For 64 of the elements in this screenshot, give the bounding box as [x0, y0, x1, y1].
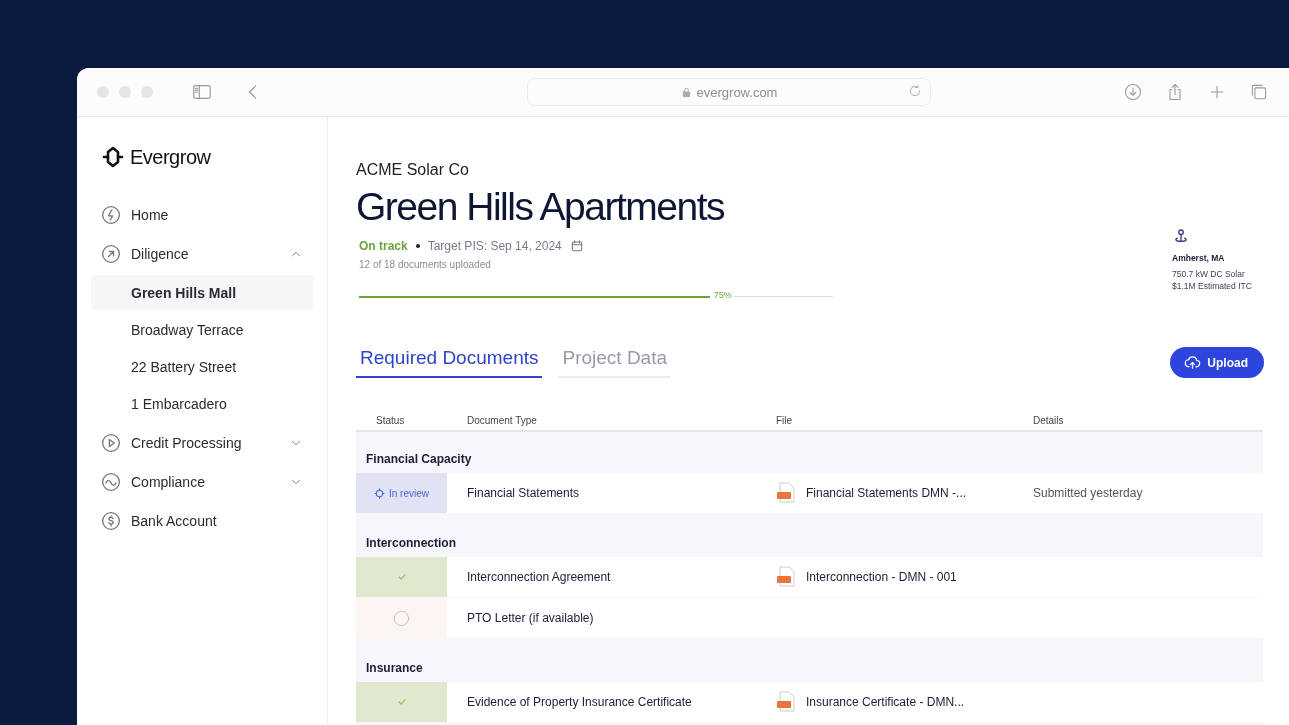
logo-icon [101, 145, 125, 169]
details-text: Submitted yesterday [1033, 486, 1143, 500]
status-badge: In review [356, 473, 447, 513]
window-control[interactable] [119, 86, 131, 98]
column-header: Status [375, 414, 406, 426]
lightning-icon [101, 204, 121, 225]
lock-icon [680, 86, 692, 98]
empty-circle-icon [392, 608, 411, 628]
nav-item[interactable]: Compliance [91, 462, 313, 501]
upload-button[interactable]: Upload [1170, 347, 1264, 378]
nav-subitem[interactable]: Green Hills Mall [91, 275, 313, 310]
window-control[interactable] [141, 86, 153, 98]
nav-item[interactable]: Credit Processing [91, 423, 313, 462]
nav-label: Bank Account [131, 512, 218, 529]
url-text: evergrow.com [696, 84, 778, 100]
check-icon [396, 697, 407, 707]
column-header: File [775, 414, 794, 426]
capacity-text: 750.7 kW DC Solar [1172, 268, 1246, 280]
nav-label: Diligence [131, 245, 190, 262]
nav-item[interactable]: Diligence [91, 234, 313, 273]
nav-subitem[interactable]: 1 Embarcadero [91, 386, 313, 421]
target-date: Target PIS: Sep 14, 2024 [427, 239, 562, 253]
location-city: Amherst, MA [1172, 252, 1226, 264]
logo-text: Evergrow [130, 145, 211, 169]
file-link[interactable]: Insurance Certificate - DMN... [806, 695, 965, 709]
progress-reading: 75% [709, 290, 734, 300]
group-title: Insurance [365, 660, 424, 677]
column-header: Details [1032, 414, 1065, 426]
calendar-icon [569, 239, 584, 253]
column-header: Document Type [466, 414, 538, 426]
dollar-icon [101, 510, 121, 531]
itc-text: $1.1M Estimated ITC [1172, 280, 1253, 292]
bullet-icon [415, 244, 420, 248]
file-link[interactable]: Interconnection - DMN - 001 [806, 570, 957, 584]
nav-item[interactable]: Bank Account [91, 501, 313, 540]
upload-count: 12 of 18 documents uploaded [359, 259, 492, 270]
company-name: ACME Solar Co [356, 161, 470, 179]
project-title: Green Hills Apartments [356, 185, 725, 229]
group-title: Interconnection [365, 535, 457, 552]
nav-label: Compliance [131, 473, 206, 490]
table-cell-text: Financial Statements [466, 485, 581, 502]
group-title: Financial Capacity [365, 451, 473, 468]
nav-item[interactable]: Home [91, 195, 313, 234]
tab[interactable]: Required Documents [356, 347, 543, 378]
tabs-icon[interactable] [1249, 82, 1269, 102]
table-cell-text: PTO Letter (if available) [466, 610, 595, 627]
nav-label: Home [131, 206, 170, 223]
window-control[interactable] [97, 86, 109, 98]
nav-label: Credit Processing [131, 434, 243, 451]
pdf-file-icon [776, 691, 796, 713]
download-icon[interactable] [1123, 82, 1143, 102]
pdf-file-icon [776, 566, 796, 588]
cloud-upload-icon [1184, 354, 1202, 371]
nav-subitem[interactable]: Broadway Terrace [91, 312, 313, 347]
project-status: On track [359, 239, 408, 253]
wave-icon [101, 471, 121, 492]
check-icon [396, 572, 407, 582]
pdf-file-icon [776, 482, 796, 504]
table-cell-text: Evidence of Property Insurance Certificate [466, 694, 693, 711]
table-cell-text: Interconnection Agreement [466, 569, 612, 586]
file-link[interactable]: Financial Statements DMN -... [806, 486, 967, 500]
reload-icon[interactable] [908, 84, 922, 98]
play-icon [101, 432, 121, 453]
nav-subitem[interactable]: 22 Battery Street [91, 349, 313, 384]
